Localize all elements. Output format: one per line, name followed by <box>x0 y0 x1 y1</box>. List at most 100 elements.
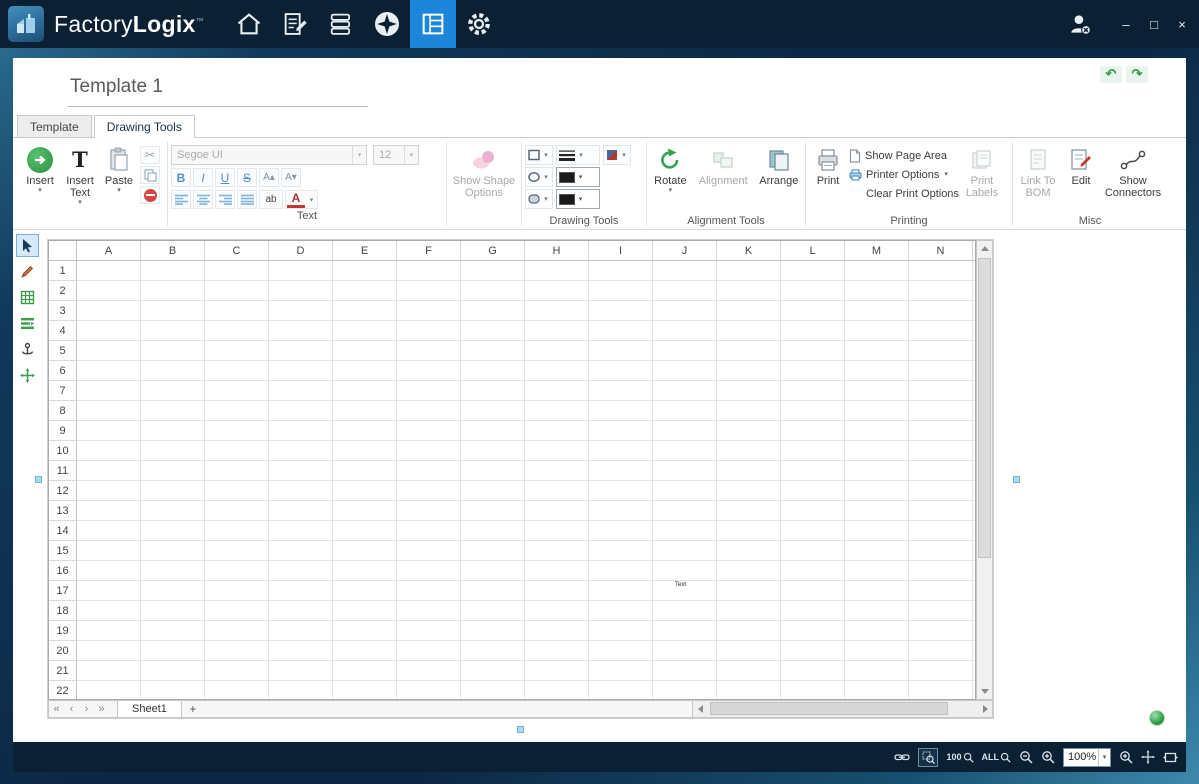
grid-cell[interactable] <box>333 501 397 521</box>
grid-cell[interactable] <box>525 521 589 541</box>
grid-cell[interactable] <box>717 681 781 700</box>
grid-cell[interactable] <box>909 581 973 601</box>
grid-cell[interactable] <box>461 281 525 301</box>
grid-cell[interactable] <box>269 581 333 601</box>
copy-button[interactable] <box>140 166 160 184</box>
grid-cell[interactable] <box>781 621 845 641</box>
grid-cell[interactable] <box>141 401 205 421</box>
grid-cell[interactable] <box>461 441 525 461</box>
grid-cell[interactable] <box>589 461 653 481</box>
grid-cell[interactable] <box>205 661 269 681</box>
grid-cell[interactable] <box>653 461 717 481</box>
nav-home[interactable] <box>226 0 272 48</box>
grid-cell[interactable] <box>909 561 973 581</box>
grid-cell[interactable] <box>525 561 589 581</box>
grid-cell[interactable] <box>397 681 461 700</box>
decrease-font-button[interactable]: A▾ <box>281 168 301 187</box>
grid-cell[interactable] <box>333 301 397 321</box>
show-connectors-button[interactable]: Show Connectors <box>1102 141 1164 199</box>
zoom-in-button[interactable] <box>1041 750 1055 764</box>
grid-cell[interactable] <box>653 621 717 641</box>
grid-cell[interactable] <box>333 581 397 601</box>
grid-cell[interactable] <box>589 641 653 661</box>
grid-cell[interactable] <box>269 641 333 661</box>
grid-cell[interactable] <box>589 261 653 281</box>
grid-cell[interactable] <box>589 561 653 581</box>
font-color-button[interactable]: A ▾ <box>285 190 318 209</box>
grid-cell[interactable] <box>397 561 461 581</box>
grid-cell[interactable] <box>461 261 525 281</box>
grid-cell[interactable] <box>653 541 717 561</box>
grid-cell[interactable] <box>77 281 141 301</box>
grid-cell[interactable] <box>653 381 717 401</box>
zoom-out-button[interactable] <box>1019 750 1033 764</box>
row-header[interactable]: 16 <box>49 561 77 581</box>
zoom-step-in-button[interactable] <box>1119 750 1133 764</box>
grid-cell[interactable] <box>461 421 525 441</box>
align-center-button[interactable] <box>193 190 213 209</box>
clear-print-options-button[interactable]: Clear Print Options <box>849 185 959 202</box>
grid-cell[interactable] <box>525 401 589 421</box>
grid-cell[interactable] <box>461 621 525 641</box>
align-justify-button[interactable] <box>237 190 257 209</box>
tab-template[interactable]: Template <box>17 115 92 137</box>
grid-cell[interactable] <box>589 281 653 301</box>
grid-cell[interactable] <box>845 281 909 301</box>
grid-cell[interactable] <box>205 541 269 561</box>
redo-icon[interactable]: ↷ <box>1126 66 1148 83</box>
grid-cell[interactable] <box>141 481 205 501</box>
grid-cell[interactable] <box>205 441 269 461</box>
block-button[interactable] <box>140 186 160 204</box>
grid-cell[interactable] <box>205 381 269 401</box>
grid-cell[interactable] <box>397 381 461 401</box>
grid-cell[interactable] <box>333 681 397 700</box>
grid-cell[interactable] <box>781 381 845 401</box>
grid-cell[interactable] <box>205 341 269 361</box>
selection-handle-left[interactable] <box>35 476 42 483</box>
grid-cell[interactable] <box>525 641 589 661</box>
grid-cell[interactable] <box>461 301 525 321</box>
grid-cell[interactable] <box>909 401 973 421</box>
grid-cell[interactable] <box>333 521 397 541</box>
grid-cell[interactable] <box>653 321 717 341</box>
grid-cell[interactable] <box>269 541 333 561</box>
theme-color-select[interactable]: ▾ <box>603 145 631 165</box>
undo-icon[interactable]: ↶ <box>1100 66 1122 83</box>
grid-cell[interactable] <box>845 581 909 601</box>
link-zoom-button[interactable] <box>894 751 910 763</box>
maximize-button[interactable]: □ <box>1143 13 1165 35</box>
grid-cell[interactable] <box>909 521 973 541</box>
grid-cell[interactable] <box>717 341 781 361</box>
grid-cell[interactable] <box>589 361 653 381</box>
row-header[interactable]: 3 <box>49 301 77 321</box>
grid-cell[interactable] <box>333 381 397 401</box>
horizontal-scroll-track[interactable] <box>707 701 978 717</box>
nav-templates[interactable] <box>410 0 456 48</box>
fill-color-select[interactable]: ▾ <box>556 189 600 209</box>
grid-cell[interactable] <box>397 281 461 301</box>
edit-button[interactable]: Edit <box>1066 141 1096 187</box>
grid-cell[interactable] <box>845 261 909 281</box>
row-header[interactable]: 4 <box>49 321 77 341</box>
grid-cell[interactable] <box>909 541 973 561</box>
grid-cell[interactable] <box>141 261 205 281</box>
grid-cell[interactable] <box>77 301 141 321</box>
underline-button[interactable]: U <box>215 168 235 187</box>
grid-cell[interactable] <box>141 381 205 401</box>
grid-cell[interactable] <box>909 621 973 641</box>
row-header[interactable]: 15 <box>49 541 77 561</box>
select-all-corner[interactable] <box>49 241 77 261</box>
grid-cell[interactable] <box>909 641 973 661</box>
zoom-all-button[interactable]: ALL <box>982 752 1012 763</box>
show-shape-options-button[interactable]: Show Shape Options <box>450 141 518 199</box>
column-header[interactable]: D <box>269 241 333 261</box>
grid-cell[interactable] <box>845 421 909 441</box>
column-header[interactable]: E <box>333 241 397 261</box>
grid-cell[interactable] <box>141 281 205 301</box>
grid-cell[interactable] <box>525 621 589 641</box>
grid-cell[interactable] <box>845 361 909 381</box>
row-header[interactable]: 6 <box>49 361 77 381</box>
insert-text-button[interactable]: T Insert Text ▾ <box>60 141 100 207</box>
grid-cell[interactable] <box>333 541 397 561</box>
grid-cell[interactable] <box>461 581 525 601</box>
